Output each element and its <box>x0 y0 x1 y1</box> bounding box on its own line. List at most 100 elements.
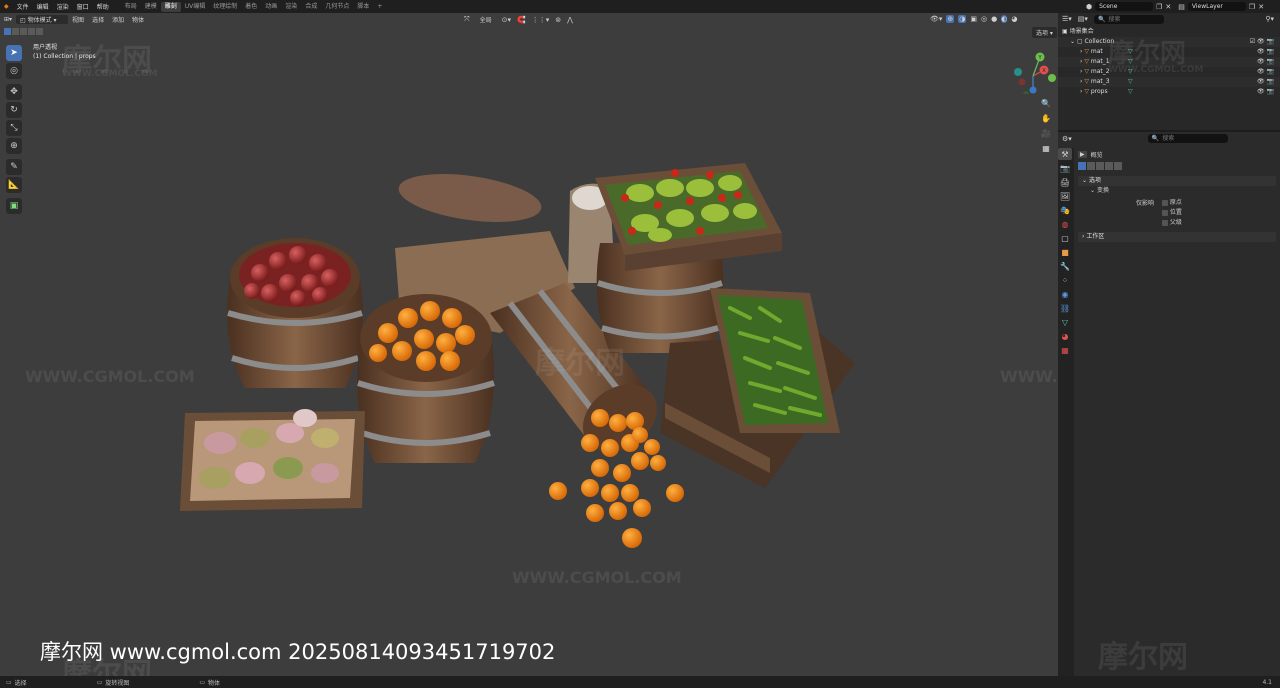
snap-settings-icon[interactable]: ⋮⋮▾ <box>532 16 550 24</box>
grid-toggle-icon[interactable]: ▦ <box>1040 142 1052 154</box>
expand-arrow-icon[interactable]: ⌄ <box>1070 38 1077 45</box>
navigation-gizmo[interactable]: X Y <box>1010 48 1056 94</box>
scene-tab-icon[interactable]: 🎭 <box>1058 204 1072 216</box>
blender-logo-icon[interactable]: ◆ <box>0 3 13 10</box>
menu-object[interactable]: 物体 <box>128 15 148 24</box>
add-cube-tool-icon[interactable]: ▣ <box>6 198 22 214</box>
render-tab-icon[interactable]: 📷 <box>1058 162 1072 174</box>
menu-view[interactable]: 视图 <box>68 15 88 24</box>
outliner-object-row[interactable]: › ▽ props ▽ 👁 📷 <box>1058 87 1280 97</box>
object-visibility-icons[interactable]: 👁 📷 <box>1257 77 1274 87</box>
material-tab-icon[interactable]: ◕ <box>1058 330 1072 342</box>
object-visibility-icons[interactable]: 👁 📷 <box>1257 57 1274 67</box>
properties-editor[interactable]: ⚙▾ 🔍 搜索 ⚒ 📷 🖨 🖼 🎭 ◍ ▢ ■ 🔧 ⁘ ◉ ⛓ ▽ ◕ ▦ ▶ … <box>1058 132 1280 676</box>
gizmo-toggle-icon[interactable]: ⊕ <box>946 15 955 23</box>
orientation-icon[interactable]: ⤧ <box>464 15 470 24</box>
object-visibility-icons[interactable]: 👁 📷 <box>1257 87 1274 97</box>
sack-top[interactable] <box>396 166 545 230</box>
transform-subpanel-header[interactable]: ⌄ 变换 <box>1078 186 1276 196</box>
measure-tool-icon[interactable]: 📐 <box>6 177 22 193</box>
constraints-tab-icon[interactable]: ⛓ <box>1058 302 1072 314</box>
origins-checkbox[interactable]: 原点 <box>1162 198 1182 208</box>
object-tab-icon[interactable]: ■ <box>1058 246 1072 258</box>
options-panel-header[interactable]: ⌄ 选项 <box>1078 176 1276 186</box>
rotate-tool-icon[interactable]: ↻ <box>6 102 22 118</box>
tab-modeling[interactable]: 建模 <box>141 2 161 12</box>
gizmo-neg-y[interactable] <box>1023 91 1029 94</box>
visibility-icon[interactable]: 👁▾ <box>930 15 942 23</box>
outliner[interactable]: ☰▾ ▤▾ 🔍 搜索 ⚲▾ ▣ 场景集合 ⌄ ▢ Collection ☑ 👁 … <box>1058 13 1280 130</box>
tab-shading[interactable]: 着色 <box>241 2 261 12</box>
tab-scripting[interactable]: 脚本 <box>353 2 373 12</box>
display-mode-icon[interactable]: ▤▾ <box>1078 15 1088 23</box>
cursor-tool-icon[interactable]: ◎ <box>6 63 22 79</box>
particles-tab-icon[interactable]: ⁘ <box>1058 274 1072 286</box>
select-subtract-icon[interactable] <box>1096 162 1104 170</box>
select-new-icon[interactable] <box>4 28 11 35</box>
copy-scene-icon[interactable]: ❐ <box>1156 3 1162 11</box>
filter-icon[interactable]: ⚲▾ <box>1265 15 1274 23</box>
menu-help[interactable]: 帮助 <box>93 2 113 11</box>
orange-barrel[interactable] <box>357 294 495 463</box>
data-tab-icon[interactable]: ▽ <box>1058 316 1072 328</box>
camera-view-icon[interactable]: 🎥 <box>1040 127 1052 139</box>
gizmo-extra-y[interactable] <box>1048 74 1056 82</box>
tab-geometry-nodes[interactable]: 几何节点 <box>321 2 353 12</box>
mode-dropdown[interactable]: ◰ 物体模式 ▾ <box>16 15 69 24</box>
editor-type-icon[interactable]: ⊞▾ <box>0 16 16 23</box>
add-workspace-button[interactable]: + <box>373 2 386 12</box>
shading-wireframe-icon[interactable]: ◎ <box>981 15 987 23</box>
proportional-edit-icon[interactable]: ⊚ <box>555 16 561 24</box>
workspace-panel-header[interactable]: › 工作区 <box>1078 232 1276 242</box>
select-new-icon[interactable] <box>1078 162 1086 170</box>
options-dropdown[interactable]: 选项 ▾ <box>1032 27 1057 38</box>
tab-rendering[interactable]: 渲染 <box>281 2 301 12</box>
menu-select[interactable]: 选择 <box>88 15 108 24</box>
gizmo-neg-x[interactable] <box>1018 78 1026 86</box>
overlay-toggle-icon[interactable]: ◑ <box>958 15 967 23</box>
pan-hand-icon[interactable]: ✋ <box>1040 112 1052 124</box>
snap-icon[interactable]: 🧲 <box>517 16 526 24</box>
collection-tab-icon[interactable]: ▢ <box>1058 232 1072 244</box>
menu-edit[interactable]: 编辑 <box>33 2 53 11</box>
tab-animation[interactable]: 动画 <box>261 2 281 12</box>
transform-tool-icon[interactable]: ⊕ <box>6 138 22 154</box>
annotate-tool-icon[interactable]: ✎ <box>6 159 22 175</box>
gizmo-z-axis[interactable] <box>1029 86 1037 94</box>
output-tab-icon[interactable]: 🖨 <box>1058 176 1072 188</box>
menu-add[interactable]: 添加 <box>108 15 128 24</box>
pivot-point-icon[interactable]: ⊙▾ <box>502 16 511 24</box>
properties-search-field[interactable]: 🔍 搜索 <box>1147 134 1228 143</box>
view-layer-icon[interactable]: ▤ <box>1178 3 1185 11</box>
menu-render[interactable]: 渲染 <box>53 2 73 11</box>
transform-orientation-dropdown[interactable]: 全局 <box>476 15 496 24</box>
copy-view-layer-icon[interactable]: ❐ <box>1249 3 1255 11</box>
properties-editor-icon[interactable]: ⚙▾ <box>1062 135 1072 143</box>
select-invert-icon[interactable] <box>28 28 35 35</box>
texture-tab-icon[interactable]: ▦ <box>1058 344 1072 356</box>
select-intersect-icon[interactable] <box>36 28 43 35</box>
scene-icon[interactable]: ⬢ <box>1086 3 1092 11</box>
apple-barrel[interactable] <box>227 238 363 388</box>
view-layer-tab-icon[interactable]: 🖼 <box>1058 190 1072 202</box>
gizmo-neg-z[interactable] <box>1014 68 1022 76</box>
vegetable-crate[interactable] <box>180 409 365 511</box>
tool-tab-icon[interactable]: ⚒ <box>1058 148 1072 160</box>
tab-layout[interactable]: 布局 <box>121 2 141 12</box>
outliner-search-field[interactable]: 🔍 搜索 <box>1093 14 1164 24</box>
delete-scene-icon[interactable]: ✕ <box>1165 3 1171 11</box>
select-extend-icon[interactable] <box>12 28 19 35</box>
collection-visibility-icons[interactable]: ☑ 👁 📷 <box>1250 37 1274 47</box>
shading-rendered-icon[interactable]: ◕ <box>1011 15 1017 23</box>
tab-sculpting[interactable]: 雕刻 <box>160 1 181 12</box>
view-layer-field[interactable]: ViewLayer <box>1187 2 1246 11</box>
parents-checkbox[interactable]: 父级 <box>1162 218 1182 228</box>
modifier-tab-icon[interactable]: 🔧 <box>1058 260 1072 272</box>
tab-texture-paint[interactable]: 纹理绘制 <box>209 2 241 12</box>
shading-material-icon[interactable]: ◐ <box>1001 15 1008 23</box>
outliner-editor-icon[interactable]: ☰▾ <box>1062 15 1072 23</box>
world-tab-icon[interactable]: ◍ <box>1058 218 1072 230</box>
object-visibility-icons[interactable]: 👁 📷 <box>1257 67 1274 77</box>
zoom-icon[interactable]: 🔍 <box>1040 97 1052 109</box>
delete-view-layer-icon[interactable]: ✕ <box>1258 3 1264 11</box>
